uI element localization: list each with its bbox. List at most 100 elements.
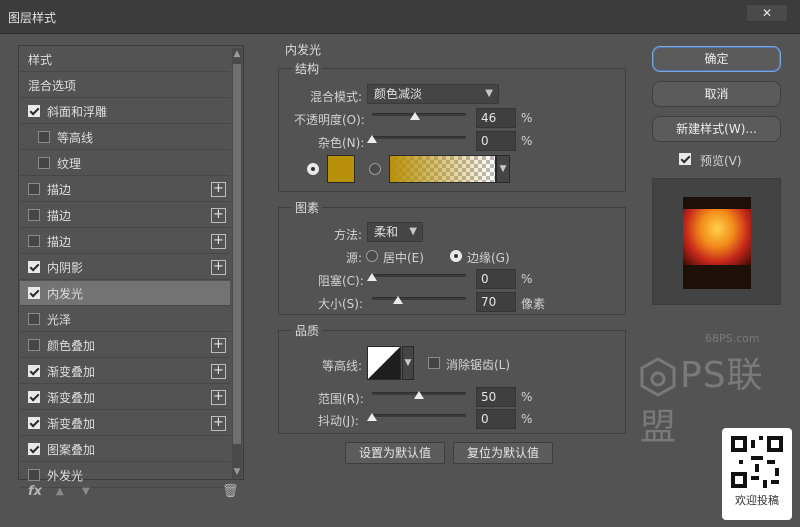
gradient-radio[interactable] — [369, 163, 381, 175]
cancel-button[interactable]: 取消 — [652, 81, 781, 107]
style-list-item[interactable]: 描边 + — [20, 203, 230, 228]
style-list-item[interactable]: 混合选项 — [20, 73, 230, 98]
style-list-item[interactable]: 内发光 — [20, 281, 230, 306]
style-list-item[interactable]: 图案叠加 — [20, 437, 230, 462]
style-list-item[interactable]: 光泽 — [20, 307, 230, 332]
jitter-input[interactable]: 0 — [476, 409, 516, 429]
opacity-slider-thumb[interactable] — [410, 112, 421, 120]
noise-slider[interactable] — [372, 136, 466, 139]
blend-mode-value: 颜色减淡 — [374, 87, 423, 101]
preview-checkbox[interactable] — [679, 153, 691, 165]
scroll-down-icon[interactable]: ▼ — [231, 466, 243, 478]
gradient-picker[interactable] — [389, 155, 496, 183]
move-down-icon[interactable]: ▼ — [82, 486, 90, 497]
style-item-label: 混合选项 — [28, 78, 77, 93]
style-item-label: 纹理 — [57, 156, 82, 171]
style-list-item[interactable]: 颜色叠加 + — [20, 333, 230, 358]
style-item-label: 描边 — [47, 208, 72, 223]
add-icon[interactable]: + — [211, 182, 226, 197]
quality-title: 品质 — [292, 322, 323, 339]
qr-caption: 欢迎投稿 — [735, 494, 779, 507]
size-unit: 像素 — [521, 297, 546, 311]
solid-color-radio[interactable] — [307, 163, 319, 175]
style-list-item[interactable]: 样式 — [20, 47, 230, 72]
contour-curve-icon — [368, 347, 400, 379]
style-list-item[interactable]: 渐变叠加 + — [20, 411, 230, 436]
style-item-label: 描边 — [47, 234, 72, 249]
style-list-item[interactable]: 等高线 — [20, 125, 230, 150]
style-checkbox[interactable] — [28, 417, 40, 429]
contour-dropdown[interactable]: ▼ — [402, 346, 414, 380]
make-default-button[interactable]: 设置为默认值 — [345, 442, 445, 464]
style-checkbox[interactable] — [28, 183, 40, 195]
style-item-label: 斜面和浮雕 — [47, 104, 108, 119]
trash-icon[interactable]: 🗑 — [222, 484, 239, 499]
style-checkbox[interactable] — [38, 157, 50, 169]
style-checkbox[interactable] — [28, 391, 40, 403]
style-list-item[interactable]: 斜面和浮雕 — [20, 99, 230, 124]
style-checkbox[interactable] — [28, 443, 40, 455]
noise-slider-thumb[interactable] — [367, 135, 377, 143]
style-item-label: 外发光 — [47, 468, 84, 483]
range-input[interactable]: 50 — [476, 387, 516, 407]
ok-button[interactable]: 确定 — [652, 46, 781, 72]
style-list-item[interactable]: 纹理 — [20, 151, 230, 176]
add-icon[interactable]: + — [211, 338, 226, 353]
source-center-radio[interactable] — [366, 250, 378, 262]
scroll-up-icon[interactable]: ▲ — [231, 48, 243, 60]
size-input[interactable]: 70 — [476, 292, 516, 312]
style-item-label: 等高线 — [57, 130, 94, 145]
qr-code-icon — [731, 436, 783, 488]
add-icon[interactable]: + — [211, 208, 226, 223]
blend-mode-select[interactable]: 颜色减淡 ▼ — [367, 84, 499, 104]
scrollbar-thumb[interactable] — [233, 64, 241, 444]
jitter-label: 抖动(J): — [318, 414, 359, 428]
choke-unit: % — [521, 272, 533, 286]
reset-default-button[interactable]: 复位为默认值 — [453, 442, 553, 464]
style-list-item[interactable]: 描边 + — [20, 229, 230, 254]
style-list-item[interactable]: 渐变叠加 + — [20, 359, 230, 384]
preview-swatch — [683, 197, 751, 289]
move-up-icon[interactable]: ▲ — [56, 486, 64, 497]
style-list-item[interactable]: 描边 + — [20, 177, 230, 202]
style-checkbox[interactable] — [28, 261, 40, 273]
technique-select[interactable]: 柔和 ▼ — [367, 222, 423, 242]
noise-input[interactable]: 0 — [476, 131, 516, 151]
close-button[interactable]: ✕ — [746, 4, 788, 22]
gradient-dropdown[interactable]: ▼ — [496, 155, 510, 183]
jitter-slider-thumb[interactable] — [367, 413, 377, 421]
style-list-item[interactable]: 内阴影 + — [20, 255, 230, 280]
glow-color-swatch[interactable] — [327, 155, 355, 183]
source-edge-radio[interactable] — [450, 250, 462, 262]
noise-label: 杂色(N): — [318, 136, 365, 150]
add-icon[interactable]: + — [211, 364, 226, 379]
range-slider-thumb[interactable] — [414, 391, 424, 399]
size-slider[interactable] — [372, 297, 466, 300]
jitter-slider[interactable] — [372, 414, 466, 417]
style-checkbox[interactable] — [28, 365, 40, 377]
style-checkbox[interactable] — [28, 209, 40, 221]
new-style-button[interactable]: 新建样式(W)... — [652, 116, 781, 142]
style-checkbox[interactable] — [28, 235, 40, 247]
fx-icon[interactable]: fx — [28, 484, 42, 499]
contour-preview[interactable] — [367, 346, 401, 380]
style-list: ▲ ▼ 样式 混合选项 斜面和浮雕 等高线 纹理 描边 + 描边 + 描边 + 内阴影 + 内发光 光泽 颜色… — [18, 45, 244, 488]
opacity-label: 不透明度(O): — [294, 113, 365, 127]
choke-slider-thumb[interactable] — [367, 273, 377, 281]
choke-slider[interactable] — [372, 274, 466, 277]
style-checkbox[interactable] — [28, 313, 40, 325]
style-checkbox[interactable] — [28, 105, 40, 117]
style-checkbox[interactable] — [28, 287, 40, 299]
style-checkbox[interactable] — [28, 339, 40, 351]
style-checkbox[interactable] — [38, 131, 50, 143]
size-slider-thumb[interactable] — [393, 296, 404, 304]
choke-input[interactable]: 0 — [476, 269, 516, 289]
add-icon[interactable]: + — [211, 234, 226, 249]
add-icon[interactable]: + — [211, 260, 226, 275]
style-checkbox[interactable] — [28, 469, 40, 481]
add-icon[interactable]: + — [211, 416, 226, 431]
style-list-item[interactable]: 渐变叠加 + — [20, 385, 230, 410]
add-icon[interactable]: + — [211, 390, 226, 405]
opacity-input[interactable]: 46 — [476, 108, 516, 128]
antialias-checkbox[interactable] — [428, 357, 440, 369]
